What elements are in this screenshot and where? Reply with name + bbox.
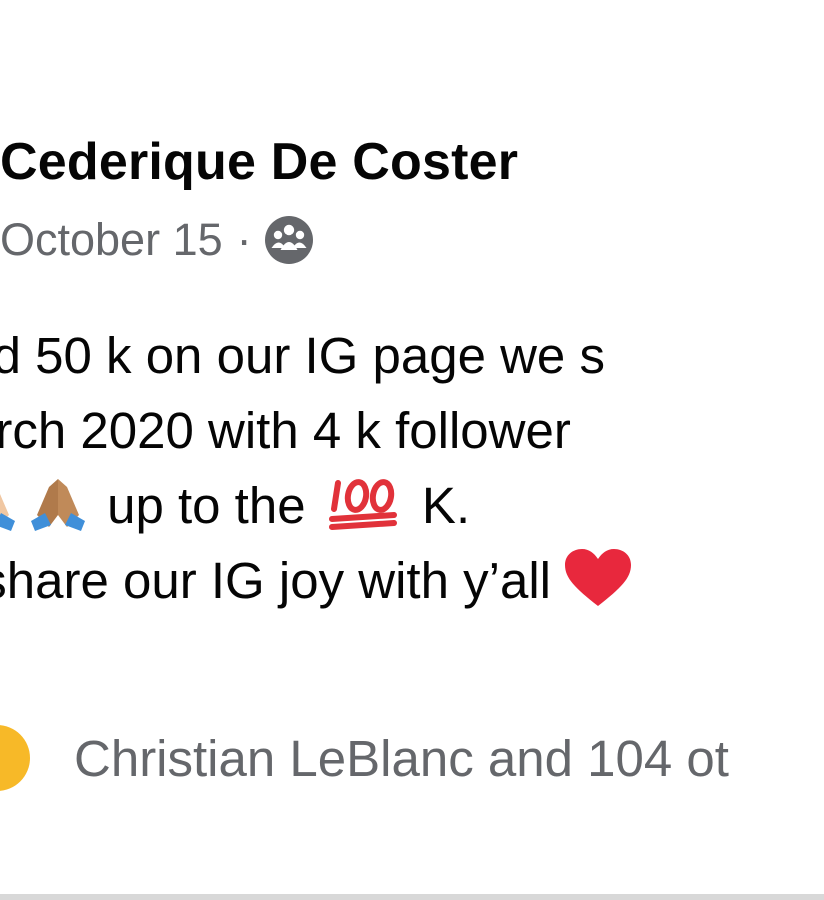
- post-body-text: K.: [421, 477, 471, 534]
- post-card: Cederique De Coster October 15 · ached 5…: [0, 0, 824, 900]
- reactions-text[interactable]: Christian LeBlanc and 104 ot: [74, 729, 729, 788]
- meta-separator: ·: [236, 214, 252, 265]
- folded-hands-emoji: [0, 494, 15, 531]
- post-body-line: ne up to the K.: [0, 468, 633, 543]
- post-body-line: nna share our IG joy with y’all: [0, 543, 633, 618]
- post-body-text: up to the: [107, 477, 306, 534]
- folded-hands-emoji: [30, 479, 85, 531]
- red-heart-emoji: [564, 549, 631, 606]
- group-icon[interactable]: [264, 215, 314, 265]
- post-body-line: ached 50 k on our IG page we s: [0, 327, 605, 384]
- post-body: ached 50 k on our IG page we s n March 2…: [0, 318, 633, 618]
- post-meta: October 15 ·: [0, 210, 314, 270]
- post-body-text: nna share our IG joy with y’all: [0, 552, 551, 609]
- divider: [0, 894, 824, 900]
- post-author-name[interactable]: Cederique De Coster: [0, 132, 518, 192]
- reaction-emoji-icon: [0, 725, 30, 791]
- reactions-summary[interactable]: Christian LeBlanc and 104 ot: [0, 722, 729, 794]
- hundred-points-emoji: [328, 479, 397, 530]
- post-date[interactable]: October 15: [0, 214, 223, 266]
- post-body-line: n March 2020 with 4 k follower: [0, 402, 571, 459]
